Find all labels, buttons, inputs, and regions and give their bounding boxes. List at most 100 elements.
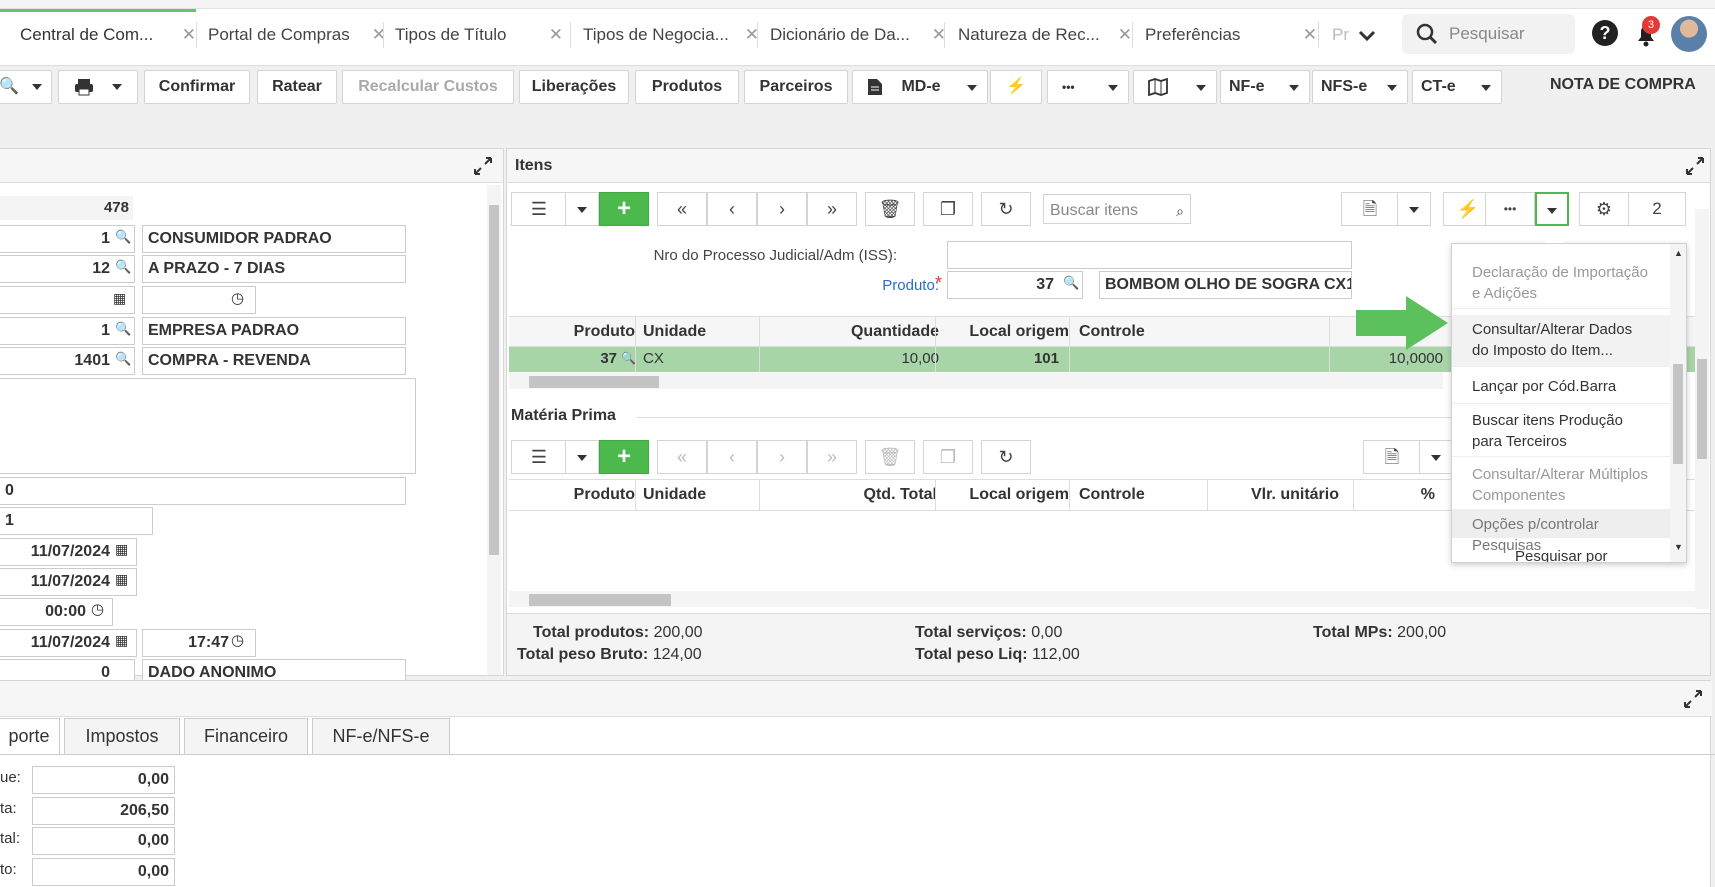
map-button[interactable] — [1133, 70, 1217, 104]
list-view-button[interactable]: ☰ — [511, 440, 567, 474]
tab-tipos-titulo[interactable]: Tipos de Título ✕ — [395, 20, 563, 50]
cte-button[interactable]: CT-e — [1412, 70, 1502, 104]
calendar-icon[interactable]: ▦ — [115, 541, 128, 558]
list-dropdown-button[interactable] — [565, 440, 599, 474]
search-icon[interactable]: 🔍 — [115, 259, 131, 275]
export-dropdown-button[interactable] — [1397, 192, 1431, 226]
settings-button[interactable]: ⚙ — [1579, 192, 1629, 226]
tab-transporte[interactable]: porte — [0, 718, 60, 754]
recalcular-custos-button[interactable]: Recalcular Custos — [342, 70, 514, 104]
refresh-button[interactable]: ↻ — [981, 440, 1031, 474]
calendar-icon[interactable]: ▦ — [115, 632, 128, 649]
clock-icon[interactable]: ◷ — [231, 631, 244, 649]
liberacoes-button[interactable]: Liberações — [519, 70, 629, 104]
produtos-button[interactable]: Produtos — [635, 70, 739, 104]
vertical-scrollbar[interactable] — [1695, 209, 1709, 609]
top-name-field[interactable]: COMPRA - REVENDA — [142, 347, 406, 375]
materia-horizontal-scrollbar[interactable] — [509, 591, 1699, 607]
search-box[interactable]: Pesquisar — [1402, 14, 1575, 54]
search-icon[interactable]: 🔍 — [115, 321, 131, 337]
close-icon[interactable]: ✕ — [182, 20, 196, 50]
page-count-field[interactable]: 2 — [1628, 192, 1686, 226]
itens-search-input[interactable]: Buscar itens ⌕ — [1043, 194, 1191, 224]
field-0[interactable]: 0 — [0, 477, 406, 505]
tipo-negociacao-name-field[interactable]: A PRAZO - 7 DIAS — [142, 255, 406, 283]
tab-nfe-nfse[interactable]: NF-e/NFS-e — [312, 718, 450, 754]
prev-button[interactable]: ‹ — [707, 440, 757, 474]
col-percent[interactable]: % — [1349, 480, 1435, 510]
ratear-button[interactable]: Ratear — [257, 70, 337, 104]
list-view-button[interactable]: ☰ — [511, 192, 567, 226]
clock-icon[interactable]: ◷ — [231, 289, 244, 307]
last-button[interactable]: » — [807, 192, 857, 226]
add-button[interactable]: + — [599, 440, 649, 474]
close-icon[interactable]: ✕ — [1118, 20, 1132, 50]
prev-button[interactable]: ‹ — [707, 192, 757, 226]
tab-impostos[interactable]: Impostos — [64, 718, 180, 754]
search-dropdown-button[interactable]: 🔍 — [0, 70, 52, 104]
tab-portal-compras[interactable]: Portal de Compras ✕ — [208, 20, 386, 50]
help-icon[interactable]: ? — [1592, 20, 1618, 46]
copy-button[interactable]: ❐ — [923, 440, 973, 474]
calendar-icon[interactable]: ▦ — [113, 290, 126, 307]
expand-icon[interactable] — [473, 156, 493, 176]
parceiro-name-field[interactable]: CONSUMIDOR PADRAO — [142, 225, 406, 253]
export-button[interactable]: 🗎 — [1341, 192, 1399, 226]
itens-horizontal-scrollbar[interactable] — [509, 373, 1443, 389]
col-local-origem[interactable]: Local origem — [909, 480, 1069, 510]
more-button[interactable]: ••• — [1485, 192, 1535, 226]
close-icon[interactable]: ✕ — [549, 20, 563, 50]
mde-button[interactable]: MD-e — [852, 70, 988, 104]
export-dropdown-button[interactable] — [1419, 440, 1453, 474]
menu-scrollbar[interactable]: ▲ ▼ — [1670, 244, 1686, 562]
nfse-button[interactable]: NFS-e — [1312, 70, 1408, 104]
menu-item-declaracao-importacao[interactable]: Declaração de Importação e Adições — [1452, 259, 1672, 309]
observacao-textarea[interactable] — [0, 378, 416, 474]
tab-preferencias[interactable]: Preferências ✕ — [1145, 20, 1317, 50]
tab-financeiro[interactable]: Financeiro — [184, 718, 308, 754]
bottom-field-1[interactable]: 0,00 — [32, 766, 175, 794]
col-controle[interactable]: Controle — [1079, 480, 1145, 510]
last-button[interactable]: » — [807, 440, 857, 474]
col-local-origem[interactable]: Local origem — [909, 317, 1069, 347]
next-button[interactable]: › — [757, 192, 807, 226]
search-icon[interactable]: 🔍 — [621, 351, 636, 365]
delete-button[interactable]: 🗑 — [865, 192, 915, 226]
menu-item-pesquisar-cod-barra[interactable]: Pesquisar por Cód.Barra — [1452, 546, 1672, 562]
first-button[interactable]: « — [657, 192, 707, 226]
col-produto[interactable]: Produto — [509, 480, 635, 510]
processo-field[interactable] — [947, 241, 1352, 269]
menu-item-consultar-componentes[interactable]: Consultar/Alterar Múltiplos Componentes — [1452, 458, 1672, 510]
menu-item-buscar-itens-producao[interactable]: Buscar itens Produção para Terceiros — [1452, 405, 1672, 457]
expand-icon[interactable] — [1685, 156, 1705, 176]
calendar-icon[interactable]: ▦ — [115, 571, 128, 588]
tab-dicionario-dados[interactable]: Dicionário de Da... ✕ — [770, 20, 946, 50]
field-1[interactable]: 1 — [0, 507, 153, 535]
refresh-button[interactable]: ↻ — [981, 192, 1031, 226]
produto-name-field[interactable]: BOMBOM OLHO DE SOGRA CX1 — [1099, 271, 1352, 299]
lightning-button[interactable]: ⚡ — [990, 70, 1042, 104]
avatar[interactable] — [1671, 16, 1707, 52]
expand-icon[interactable] — [1683, 689, 1703, 709]
tab-tipos-negociacao[interactable]: Tipos de Negocia... ✕ — [583, 20, 759, 50]
menu-item-consultar-imposto[interactable]: Consultar/Alterar Dados do Imposto do It… — [1452, 315, 1672, 367]
empresa-name-field[interactable]: EMPRESA PADRAO — [142, 317, 406, 345]
search-icon[interactable]: 🔍 — [1063, 275, 1079, 291]
vertical-scrollbar[interactable] — [487, 185, 501, 675]
print-button[interactable] — [58, 70, 138, 104]
search-icon[interactable]: 🔍 — [115, 229, 131, 245]
nfe-button[interactable]: NF-e — [1220, 70, 1310, 104]
add-button[interactable]: + — [599, 192, 649, 226]
more-dropdown-button[interactable] — [1535, 192, 1569, 226]
more-actions-button[interactable]: ••• — [1047, 70, 1129, 104]
tab-central-compras[interactable]: Central de Com... ✕ — [20, 20, 196, 50]
copy-button[interactable]: ❐ — [923, 192, 973, 226]
bottom-field-4[interactable]: 0,00 — [32, 858, 175, 886]
col-unidade[interactable]: Unidade — [643, 480, 706, 510]
next-button[interactable]: › — [757, 440, 807, 474]
tab-partial[interactable]: Pr — [1332, 20, 1352, 50]
list-dropdown-button[interactable] — [565, 192, 599, 226]
col-produto[interactable]: Produto — [509, 317, 635, 347]
search-icon[interactable]: ⌕ — [1176, 195, 1184, 227]
search-icon[interactable]: 🔍 — [115, 351, 131, 367]
